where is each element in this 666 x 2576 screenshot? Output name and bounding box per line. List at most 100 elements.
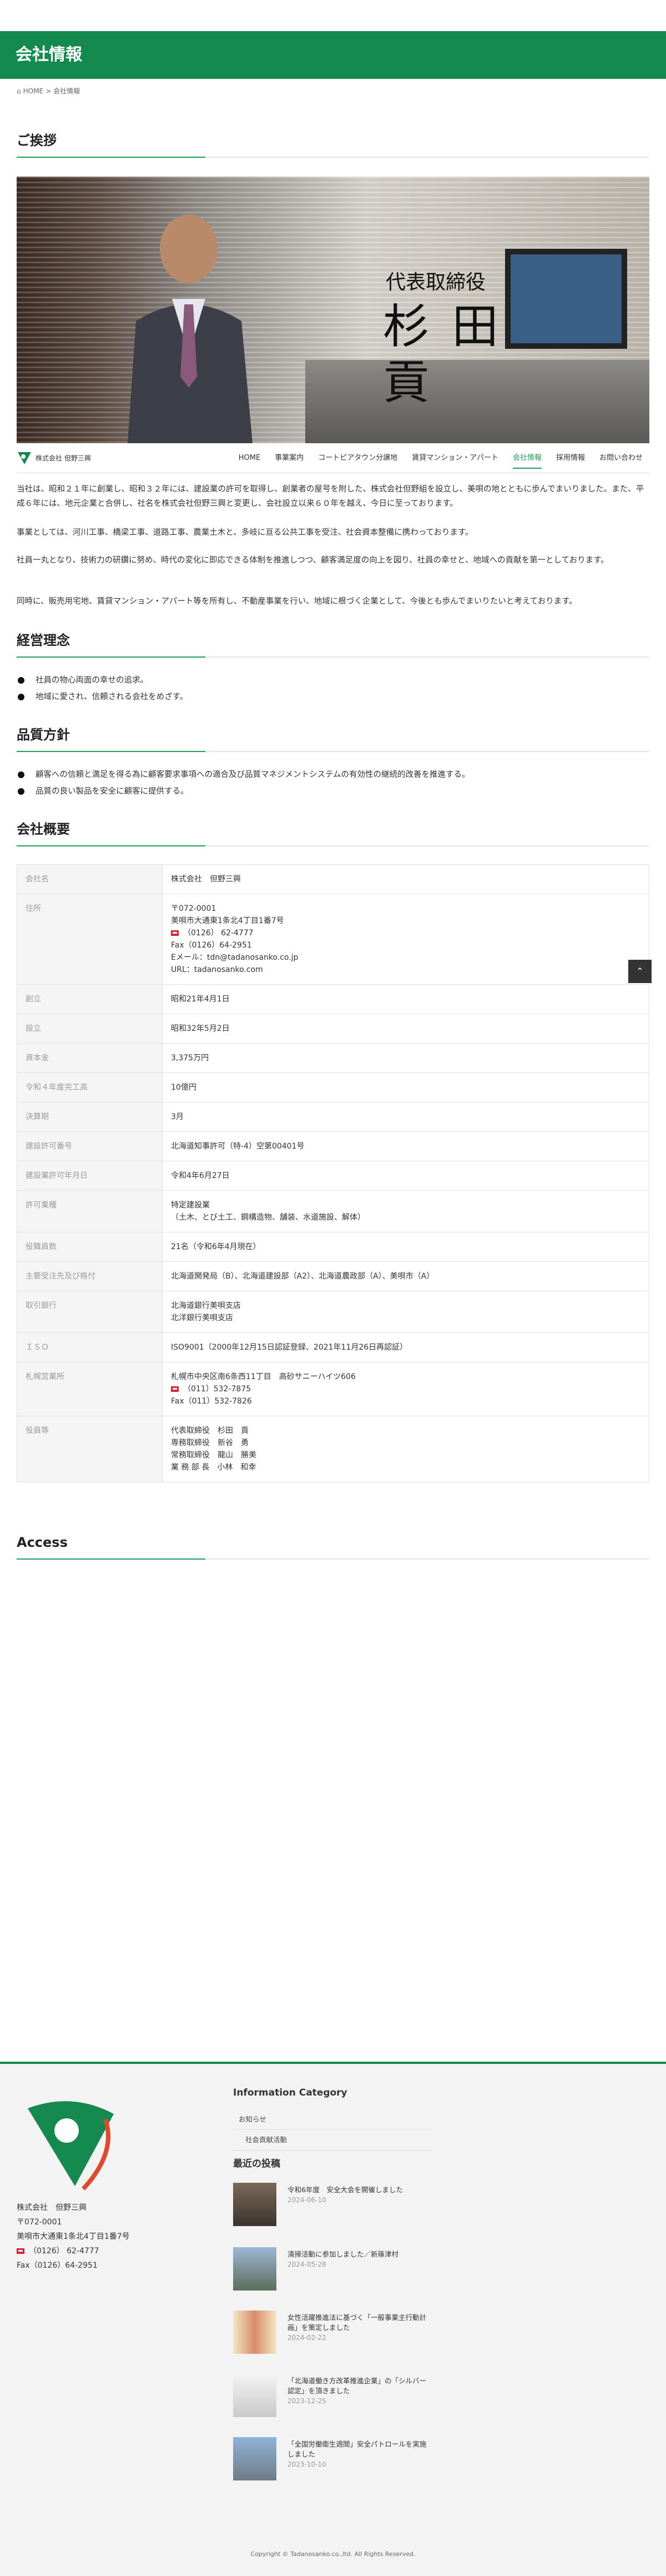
- table-value-line: Fax（011）532-7826: [171, 1397, 252, 1406]
- table-value-line: 北海道銀行美唄支店: [171, 1301, 241, 1310]
- site-footer: 株式会社 但野三興 〒072-0001 美唄市大通東1条北4丁目1番7号 （01…: [0, 2062, 666, 2576]
- post-thumbnail: [233, 2183, 276, 2226]
- logo-text: 株式会社 但野三興: [36, 454, 91, 462]
- recent-post[interactable]: 女性活躍推進法に基づく「一般事業主行動計画」を策定しました 2024-02-22: [233, 2311, 433, 2357]
- table-value-line: 業 務 部 長 小林 和幸: [171, 1463, 256, 1472]
- table-value-cell: 昭和32年5月2日: [162, 1014, 649, 1044]
- table-row: 取引銀行 北海道銀行美唄支店 北洋銀行美唄支店: [17, 1291, 649, 1333]
- nav-item-courtpia-town[interactable]: コートピアタウン分譲地: [318, 452, 397, 469]
- post-title[interactable]: 「全国労働衛生週間」安全パトロールを実施しました: [287, 2440, 426, 2458]
- post-title[interactable]: 「北海道働き方改革推進企業」の「シルバー認定」を頂きました: [287, 2377, 426, 2395]
- table-value-line: 専務取締役 新谷 勇: [171, 1439, 249, 1447]
- table-row: 決算期 3月: [17, 1102, 649, 1132]
- nav-menu: HOME 事業案内 コートピアタウン分譲地 賃貸マンション・アパート 会社情報 …: [239, 452, 643, 469]
- category-heading: Information Category: [233, 2087, 347, 2098]
- table-value-cell: 昭和21年4月1日: [162, 984, 649, 1014]
- breadcrumb-home-link[interactable]: HOME: [23, 87, 43, 95]
- post-date: 2024-05-28: [287, 2261, 326, 2268]
- recent-post[interactable]: 清掃活動に参加しました／新篠津村 2024-05-28: [233, 2247, 433, 2294]
- table-value-cell: 3月: [162, 1102, 649, 1132]
- philosophy-list: 社員の物心両面の幸せの追求。 地域に愛され、信頼される会社をめざす。: [17, 672, 649, 705]
- nav-item-home[interactable]: HOME: [239, 452, 260, 469]
- section-divider: [17, 656, 649, 658]
- table-value-line: 令和4年6月27日: [171, 1171, 230, 1180]
- list-item: 社員の物心両面の幸せの追求。: [17, 672, 649, 689]
- table-value-cell: ISO9001（2000年12月15日認証登録、2021年11月26日再認証）: [162, 1332, 649, 1362]
- president-role: 代表取締役: [386, 271, 486, 294]
- greeting-paragraph: 当社は、昭和２１年に創業し、昭和３２年には、建設業の許可を取得し、創業者の屋号を…: [17, 485, 644, 508]
- table-row: 設立 昭和32年5月2日: [17, 1014, 649, 1044]
- post-title[interactable]: 女性活躍推進法に基づく「一般事業主行動計画」を策定しました: [287, 2313, 426, 2332]
- nav-item-recruit[interactable]: 採用情報: [556, 452, 585, 469]
- table-value-cell: 北海道銀行美唄支店 北洋銀行美唄支店: [162, 1291, 649, 1333]
- mail-icon: [171, 930, 179, 936]
- nav-item-company[interactable]: 会社情報: [512, 452, 542, 469]
- table-row: 許可業種 特定建設業 （土木、とび土工、鋼構造物、舗装、水道施設、解体）: [17, 1190, 649, 1232]
- table-row: 主要受注先及び格付 北海道開発局（B）、北海道建設部（A2）、北海道農政部（A）、…: [17, 1261, 649, 1291]
- table-label-cell: 許可業種: [17, 1190, 163, 1232]
- page-title: 会社情報: [16, 45, 82, 64]
- table-label-cell: 役員等: [17, 1416, 163, 1482]
- table-value-cell: 代表取締役 杉田 貢専務取締役 新谷 勇常務取締役 龍山 勝美業 務 部 長 小…: [162, 1416, 649, 1482]
- table-label-cell: 取引銀行: [17, 1291, 163, 1333]
- table-label-cell: 設立: [17, 1014, 163, 1044]
- table-value-line: 代表取締役 杉田 貢: [171, 1426, 249, 1435]
- table-label-cell: ＩＳＯ: [17, 1332, 163, 1362]
- greeting-paragraph: 事業としては、河川工事、橋梁工事、道路工事、農業土木と、多岐に亘る公共工事を受注…: [17, 528, 473, 537]
- footer-tel[interactable]: （0126） 62-4777: [29, 2247, 99, 2256]
- site-logo[interactable]: 株式会社 但野三興: [17, 451, 91, 465]
- table-label-cell: 主要受注先及び格付: [17, 1261, 163, 1291]
- nav-item-business[interactable]: 事業案内: [275, 452, 304, 469]
- table-value-line: 特定建設業: [171, 1201, 210, 1210]
- scroll-to-top-button[interactable]: ⌃: [628, 960, 652, 983]
- post-date: 2023-12-25: [287, 2397, 326, 2405]
- post-thumbnail: [233, 2311, 276, 2354]
- nav-item-contact[interactable]: お問い合わせ: [599, 452, 643, 469]
- footer-fax: Fax（0126）64-2951: [17, 2261, 98, 2270]
- table-value-line: 常務取締役 龍山 勝美: [171, 1451, 256, 1460]
- nav-item-rental[interactable]: 賃貸マンション・アパート: [412, 452, 498, 469]
- post-thumbnail: [233, 2374, 276, 2417]
- overview-heading: 会社概要: [17, 821, 70, 837]
- recent-post[interactable]: 令和6年度 安全大会を開催しました 2024-06-10: [233, 2183, 433, 2229]
- recent-post[interactable]: 「全国労働衛生週間」安全パトロールを実施しました 2023-10-10: [233, 2437, 433, 2484]
- company-overview-table: 会社名 株式会社 但野三興 住所 〒072-0001 美唄市大通東1条北4丁目1番7号 （…: [17, 864, 649, 1482]
- table-row: 建設許可番号 北海道知事許可（特-4）空第00401号: [17, 1131, 649, 1161]
- category-list: お知らせ 社会貢献活動: [233, 2109, 433, 2151]
- table-row: 資本金 3,375万円: [17, 1043, 649, 1073]
- post-title[interactable]: 令和6年度 安全大会を開催しました: [287, 2186, 403, 2194]
- section-divider: [17, 845, 649, 846]
- mail-icon: [171, 1386, 179, 1392]
- footer-company-info: 株式会社 但野三興 〒072-0001 美唄市大通東1条北4丁目1番7号 （01…: [17, 2201, 130, 2273]
- table-value-line: 美唄市大通東1条北4丁目1番7号: [171, 916, 284, 925]
- post-date: 2024-06-10: [287, 2196, 326, 2204]
- footer-address: 美唄市大通東1条北4丁目1番7号: [17, 2232, 130, 2241]
- table-label-cell: 住所: [17, 894, 163, 985]
- phone-number[interactable]: （0126） 62-4777: [183, 929, 254, 938]
- quality-list: 顧客への信頼と満足を得る為に顧客要求事項への適合及び品質マネジメントシステムの有…: [17, 766, 649, 800]
- recent-post[interactable]: 「北海道働き方改革推進企業」の「シルバー認定」を頂きました 2023-12-25: [233, 2374, 433, 2420]
- post-title[interactable]: 清掃活動に参加しました／新篠津村: [287, 2250, 398, 2258]
- company-logo-icon: [28, 2101, 114, 2191]
- table-value-line: 昭和32年5月2日: [171, 1024, 230, 1033]
- table-value-cell: 札幌市中央区南6条西11丁目 高砂サニーハイツ606 （011）532-7875 F…: [162, 1362, 649, 1416]
- phone-number[interactable]: （011）532-7875: [183, 1385, 251, 1394]
- table-value-line: （0126） 62-4777: [171, 927, 640, 939]
- greeting-heading: ご挨拶: [17, 133, 57, 148]
- table-label-cell: 決算期: [17, 1102, 163, 1132]
- category-item-news[interactable]: お知らせ: [233, 2109, 433, 2130]
- president-hero-image: 代表取締役 杉田 貢: [17, 177, 649, 443]
- breadcrumb: ⌂ HOME > 会社情報: [17, 87, 80, 95]
- table-row: 建設業許可年月日 令和4年6月27日: [17, 1161, 649, 1191]
- main-navigation: 株式会社 但野三興 HOME 事業案内 コートピアタウン分譲地 賃貸マンション・…: [17, 443, 649, 473]
- greeting-paragraph: 社員一丸となり、技術力の研鑽に努め、時代の変化に即応できる体制を推進しつつ、顧客…: [17, 556, 609, 565]
- table-label-cell: 創立: [17, 984, 163, 1014]
- table-label-cell: 建設業許可年月日: [17, 1161, 163, 1191]
- category-item-social[interactable]: 社会貢献活動: [233, 2130, 433, 2151]
- home-icon: ⌂: [17, 87, 21, 95]
- section-divider: [17, 157, 649, 158]
- table-value-line: 北海道開発局（B）、北海道建設部（A2）、北海道農政部（A）、美唄市（A）: [171, 1272, 435, 1281]
- company-logo-icon: [18, 452, 31, 464]
- breadcrumb-current: 会社情報: [53, 87, 80, 95]
- table-value-line: （011）532-7875: [171, 1383, 640, 1395]
